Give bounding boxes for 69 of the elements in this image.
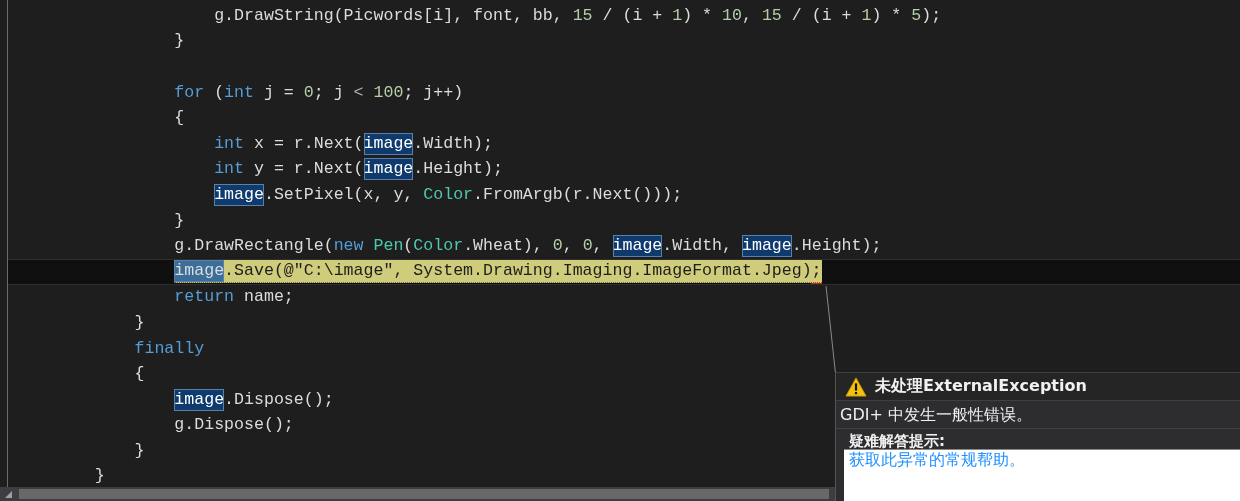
highlighted-reference: image [742,235,792,258]
code-token: g.DrawString(Picwords[i], font, bb, [214,4,564,27]
highlighted-reference: image [174,260,225,283]
code-token: ; j++) [403,81,464,104]
code-token: x = r.Next( [253,132,364,155]
code-token: y = r.Next( [253,158,364,181]
code-token: .FromArgb(r.Next())); [473,183,683,206]
code-token: .Save(@"C:\image", System.Drawing.Imaging.ImageFormat.Jpeg); [224,260,822,283]
code-token: 10 [722,4,742,27]
highlighted-reference: image [214,183,264,206]
code-token: ( [403,235,414,258]
code-token: .Wheat), [463,235,544,258]
highlighted-reference: image [612,235,663,258]
code-token: { [134,363,145,386]
code-token: } [134,311,145,334]
scrollbar-thumb[interactable] [19,489,829,499]
code-token: finally [134,337,205,360]
code-token: .Width); [413,132,493,155]
code-token: 15 [761,4,782,27]
code-token: .Width, [662,235,734,258]
code-token: , [741,4,753,27]
code-token: ( [213,81,225,104]
code-token: .SetPixel(x, y, [263,183,415,206]
code-token: / (i + [601,4,664,27]
code-token: 15 [572,4,593,27]
code-token: ) * [871,4,903,27]
code-token: , [562,235,574,258]
highlighted-reference: image [174,388,225,411]
code-token: / (i + [790,4,853,27]
code-token: ) * [682,4,714,27]
code-token: < [353,81,364,104]
code-token: ; j [313,81,345,104]
code-token: } [174,209,185,232]
code-token: 0 [552,235,563,258]
code-token: 1 [861,4,872,27]
code-token: int [224,81,254,104]
code-token: 0 [303,81,314,104]
code-token: } [174,30,185,53]
code-token: new [333,235,364,258]
scroll-left-arrow-icon[interactable] [4,489,14,499]
exception-title: 未处理ExternalException [875,376,1087,397]
code-token: g.Dispose(); [174,414,294,437]
code-token: name; [243,286,294,309]
code-token: 100 [372,81,404,104]
code-token: Color [413,235,464,258]
code-token: g.DrawRectangle( [174,235,334,258]
troubleshooting-heading: 疑难解答提示: [848,431,946,449]
code-token: { [174,107,185,130]
code-token: int [214,158,245,181]
code-token: } [134,439,145,462]
code-token: .Dispose(); [224,388,334,411]
code-token: } [94,465,105,487]
warning-icon [845,376,867,397]
highlighted-reference: image [363,132,414,155]
code-token: 5 [911,4,922,27]
code-token: Color [423,183,474,206]
highlighted-reference: image [363,158,414,181]
code-token: 1 [672,4,683,27]
code-token: ); [921,4,942,27]
code-token: .Height); [413,158,503,181]
code-token: Pen [372,235,404,258]
code-token: return [174,286,235,309]
code-token: int [214,132,245,155]
code-token: 0 [582,235,593,258]
code-token: j = [262,81,295,104]
code-token: for [174,81,205,104]
code-token: , [592,235,604,258]
code-token: .Height); [791,235,882,258]
help-link[interactable]: 获取此异常的常规帮助。 [849,450,1025,470]
